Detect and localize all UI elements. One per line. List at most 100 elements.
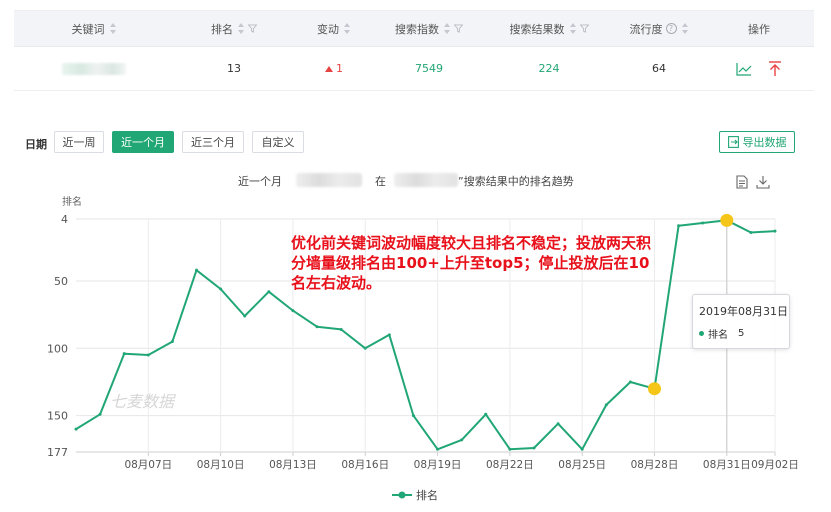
data-point [749,230,753,234]
blurred-keyword [62,62,126,75]
help-icon[interactable]: ? [665,23,677,34]
search-index-cell[interactable]: 7549 [374,47,484,90]
table-row: 13 1 7549 224 64 [14,47,814,91]
data-point [363,346,367,350]
filter-icon[interactable] [248,24,257,33]
data-point [460,438,464,442]
data-point [508,447,512,451]
data-point [604,403,608,407]
data-point [98,412,102,416]
rank-cell: 13 [227,62,241,75]
btn-custom-range[interactable]: 自定义 [252,131,304,153]
y-tick-label: 50 [54,275,68,288]
data-point [243,314,247,318]
tooltip-series: 排名 [708,330,728,341]
y-tick-label: 4 [61,213,68,226]
header-change[interactable]: 变动 [294,11,374,46]
tooltip-row: 排名 5 [699,326,744,341]
sort-icon[interactable] [344,23,351,34]
data-point [580,447,584,451]
data-point [315,325,319,329]
btn-last-month[interactable]: 近一个月 [112,131,174,153]
sort-icon[interactable] [681,23,689,34]
result-count-cell[interactable]: 224 [484,47,614,90]
tooltip-date: 2019年08月31日 [699,305,788,318]
highlight-marker [720,213,734,227]
btn-last-week[interactable]: 近一周 [54,131,104,153]
x-tick-label: 08月13日 [269,459,317,471]
keyword-cell [14,47,174,90]
data-point [436,447,440,451]
sort-icon[interactable] [569,23,577,34]
data-point [291,309,295,313]
popularity-cell: 64 [652,62,666,75]
data-point [411,414,415,418]
x-tick-label: 08月28日 [631,459,679,471]
y-tick-label: 150 [47,410,68,423]
x-tick-label: 08月07日 [124,459,172,471]
x-tick-label: 08月19日 [414,459,462,471]
header-keyword[interactable]: 关键词 [14,11,174,46]
y-axis-label: 排名 [62,195,82,208]
sort-icon[interactable] [109,23,117,34]
sort-icon[interactable] [238,23,245,34]
x-tick-label: 08月25日 [558,459,606,471]
chart-title-suffix: ”搜索结果中的排名趋势 [458,175,574,188]
action-cell [704,47,814,90]
data-point [219,287,223,291]
annotation-text: 优化前关键词波动幅度较大且排名不稳定；投放两天积分墙量级排名由100+上升至to… [291,234,652,292]
blurred-keyword-name [394,173,458,187]
y-tick-label: 177 [47,446,68,459]
header-result-count[interactable]: 搜索结果数 [484,11,614,46]
header-action: 操作 [748,22,770,36]
data-point [195,268,199,272]
data-point [628,380,632,384]
table-header: 关键词 排名 变动 搜索指数 搜索结果数 流行度? 操作 [14,11,814,47]
y-tick-label: 100 [47,342,68,355]
blurred-app-name [296,173,362,187]
x-tick-label: 09月02日 [751,459,799,471]
chart-title-middle: 在 [375,175,386,188]
highlight-marker [647,382,661,396]
data-point [267,290,271,294]
keyword-table: 关键词 排名 变动 搜索指数 搜索结果数 流行度? 操作 13 1 7549 2… [14,10,814,91]
export-data-button[interactable]: 导出数据 [719,131,795,153]
data-point [170,340,174,344]
download-icon[interactable] [756,175,770,189]
x-tick-label: 08月31日 [703,459,751,471]
chart-title-prefix: 近一个月 [238,175,282,188]
sort-icon[interactable] [444,23,451,34]
data-view-icon[interactable] [735,175,749,189]
data-point [74,427,78,431]
chart-tooltip: 2019年08月31日 排名 5 [692,294,790,349]
series-dot-icon [699,331,704,336]
header-rank[interactable]: 排名 [174,11,294,46]
chart-legend[interactable]: 排名 [392,487,438,503]
pin-top-icon[interactable] [768,60,782,77]
data-point [122,352,126,356]
data-point [532,446,536,450]
watermark: 七麦数据 [110,392,175,411]
data-point [387,333,391,337]
data-point [146,353,150,357]
tooltip-value: 5 [738,328,745,339]
legend-line-icon [392,491,412,499]
data-point [339,327,343,331]
export-icon [727,136,739,148]
x-tick-label: 08月16日 [341,459,389,471]
x-tick-label: 08月10日 [197,459,245,471]
data-point [556,422,560,426]
btn-last-three-months[interactable]: 近三个月 [182,131,244,153]
header-search-index[interactable]: 搜索指数 [374,11,484,46]
filter-icon[interactable] [454,24,463,33]
legend-label: 排名 [416,489,438,502]
trend-chart-icon[interactable] [736,62,752,76]
up-arrow-icon [325,65,333,72]
date-label: 日期 [25,138,47,151]
filter-icon[interactable] [579,24,589,33]
header-popularity[interactable]: 流行度? [614,11,704,46]
x-tick-label: 08月22日 [486,459,534,471]
data-point [773,229,777,233]
data-point [701,221,705,225]
data-point [677,224,681,228]
